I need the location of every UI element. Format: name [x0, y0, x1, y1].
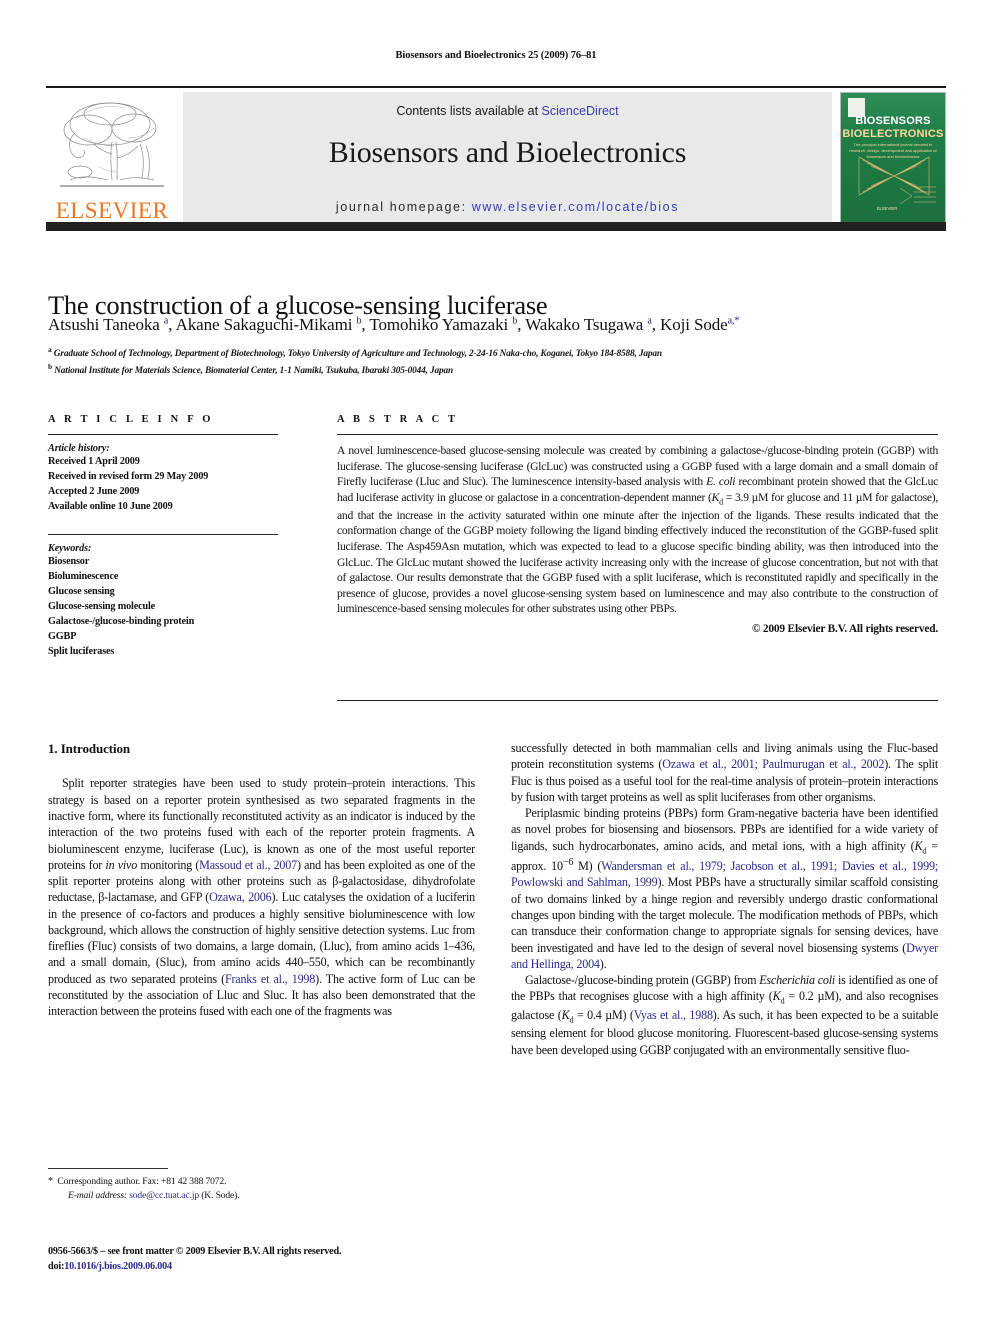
body-column-left: 1. Introduction Split reporter strategie…	[48, 740, 475, 1019]
keyword-item: Glucose-sensing molecule	[48, 600, 156, 612]
journal-title: Biosensors and Bioelectronics	[328, 136, 687, 169]
masthead-bottom-rule	[46, 222, 946, 231]
cover-title-line2: BIOELECTRONICS	[842, 128, 944, 140]
homepage-prefix: journal homepage:	[335, 200, 472, 214]
issn-line: 0956-5663/$ – see front matter © 2009 El…	[48, 1246, 342, 1257]
article-info-heading: A R T I C L E I N F O	[48, 414, 214, 425]
contents-prefix: Contents lists available at	[396, 104, 542, 118]
article-history-list: Received 1 April 2009 Received in revise…	[48, 455, 278, 515]
sciencedirect-link[interactable]: ScienceDirect	[542, 104, 619, 118]
abstract-block: A B S T R A C T A novel luminescence-bas…	[337, 414, 938, 635]
doi-line: doi:10.1016/j.bios.2009.06.004	[48, 1260, 508, 1275]
doi-link[interactable]: 10.1016/j.bios.2009.06.004	[64, 1261, 172, 1272]
keywords-list: Biosensor Bioluminescence Glucose sensin…	[48, 555, 278, 660]
footnote-rule	[48, 1168, 168, 1169]
doi-prefix: doi:	[48, 1260, 65, 1272]
affiliation-b: b National Institute for Materials Scien…	[48, 361, 454, 376]
keywords-rule	[48, 533, 278, 535]
cover-footer-mark: ELSEVIER	[876, 206, 898, 211]
contents-list-line: Contents lists available at ScienceDirec…	[183, 104, 832, 118]
journal-homepage-line: journal homepage: www.elsevier.com/locat…	[183, 200, 832, 214]
section-heading-introduction: 1. Introduction	[48, 741, 131, 756]
footnote-block: * Corresponding author. Fax: +81 42 388 …	[48, 1168, 475, 1204]
running-head: Biosensors and Bioelectronics 25 (2009) …	[395, 50, 597, 61]
cover-title-line1: BIOSENSORS	[855, 115, 931, 127]
article-page: Biosensors and Bioelectronics 25 (2009) …	[0, 0, 992, 1323]
corresponding-author-note: * Corresponding author. Fax: +81 42 388 …	[48, 1176, 227, 1187]
abstract-rule	[337, 434, 938, 435]
paragraph: Split reporter strategies have been used…	[48, 776, 476, 1019]
abstract-copyright: © 2009 Elsevier B.V. All rights reserved…	[751, 622, 938, 635]
elsevier-logo: ELSEVIER	[46, 92, 177, 226]
history-item: Accepted 2 June 2009	[48, 485, 140, 497]
elsevier-tree-icon	[54, 94, 170, 194]
journal-homepage-link[interactable]: www.elsevier.com/locate/bios	[472, 200, 679, 214]
keyword-item: GGBP	[48, 630, 77, 642]
keywords-label: Keywords:	[48, 542, 92, 554]
keyword-item: Biosensor	[48, 555, 90, 567]
paragraph: Periplasmic binding proteins (PBPs) form…	[511, 806, 938, 971]
history-item: Available online 10 June 2009	[48, 500, 173, 512]
masthead-center-panel: Contents lists available at ScienceDirec…	[183, 92, 832, 226]
article-info-rule	[48, 434, 278, 435]
issn-copyright-block: 0956-5663/$ – see front matter © 2009 El…	[48, 1245, 508, 1275]
keyword-item: Galactose-/glucose-binding protein	[48, 615, 195, 627]
affiliations: a Graduate School of Technology, Departm…	[48, 345, 938, 378]
paragraph: Galactose-/glucose-binding protein (GGBP…	[511, 973, 938, 1057]
elsevier-wordmark: ELSEVIER	[55, 198, 169, 223]
abstract-text: A novel luminescence-based glucose-sensi…	[337, 444, 939, 616]
keyword-item: Split luciferases	[48, 645, 115, 657]
article-info-block: A R T I C L E I N F O Article history: R…	[48, 414, 278, 660]
body-column-right: successfully detected in both mammalian …	[511, 740, 938, 1058]
email-note: E-mail address: sode@cc.tuat.ac.jp (K. S…	[68, 1190, 240, 1202]
journal-masthead: ELSEVIER Contents lists available at Sci…	[46, 86, 946, 228]
keyword-item: Glucose sensing	[48, 585, 115, 597]
abstract-bottom-rule	[337, 700, 938, 701]
history-item: Received in revised form 29 May 2009	[48, 470, 209, 482]
article-history-label: Article history:	[48, 443, 110, 454]
journal-cover-thumbnail: BIOSENSORS BIOELECTRONICS The principal …	[840, 92, 946, 226]
affiliation-a: a Graduate School of Technology, Departm…	[48, 345, 662, 360]
paragraph: successfully detected in both mammalian …	[511, 741, 938, 804]
keyword-item: Bioluminescence	[48, 570, 119, 582]
cover-badge-graphic-icon	[898, 184, 938, 208]
author-list: Atsushi Taneoka a, Akane Sakaguchi-Mikam…	[48, 315, 740, 334]
abstract-heading: A B S T R A C T	[337, 414, 459, 425]
history-item: Received 1 April 2009	[48, 456, 140, 467]
